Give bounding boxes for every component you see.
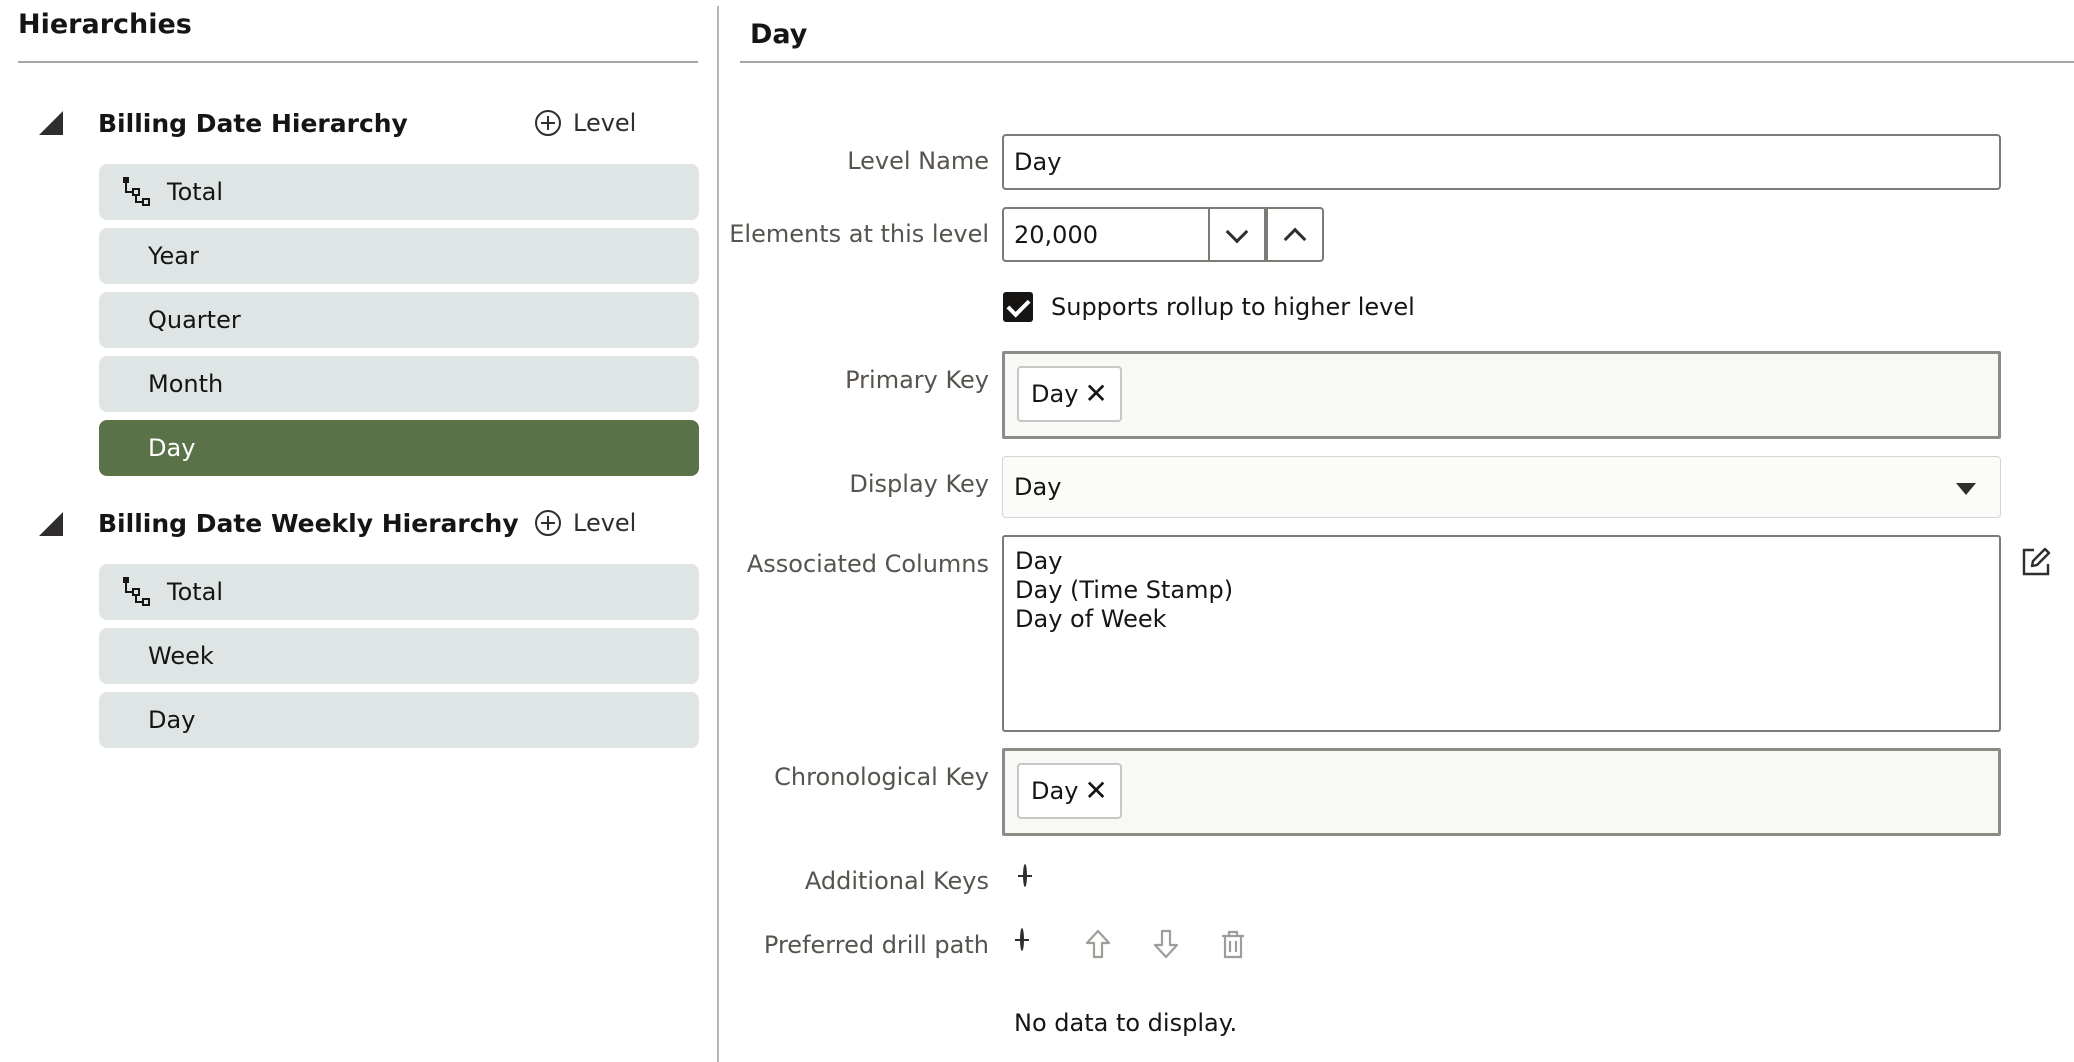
level-label: Day (148, 434, 196, 462)
plus-circle-icon[interactable] (1020, 928, 1024, 951)
display-key-select[interactable]: Day (1002, 456, 2001, 518)
level-name-label: Level Name (847, 147, 989, 175)
rollup-checkbox-row[interactable]: Supports rollup to higher level (1003, 292, 1415, 322)
elements-input[interactable]: 20,000 (1002, 207, 1210, 262)
associated-column-item: Day (Time Stamp) (1015, 576, 1234, 604)
level-label: Total (167, 178, 224, 206)
associated-columns-list[interactable]: Day Day (Time Stamp) Day of Week (1002, 535, 2001, 732)
close-icon[interactable]: ✕ (1084, 380, 1107, 408)
level-item-total[interactable]: Total (99, 164, 699, 220)
collapse-triangle-icon[interactable] (39, 512, 63, 536)
trash-icon[interactable] (1219, 928, 1247, 960)
associated-column-item: Day of Week (1015, 605, 1167, 633)
hierarchy-tree-icon (123, 177, 150, 206)
level-label: Day (148, 706, 196, 734)
level-item-quarter[interactable]: Quarter (99, 292, 699, 348)
hierarchies-title-rule (18, 61, 698, 63)
level-item-day-selected[interactable]: Day (99, 420, 699, 476)
caret-down-icon (1956, 483, 1976, 495)
add-level-button[interactable]: Level (535, 509, 636, 537)
associated-columns-label: Associated Columns (746, 550, 989, 578)
hierarchy-name: Billing Date Weekly Hierarchy (98, 509, 519, 538)
level-item-week[interactable]: Week (99, 628, 699, 684)
empty-state-text: No data to display. (1014, 1009, 1238, 1037)
level-item-month[interactable]: Month (99, 356, 699, 412)
arrow-up-icon[interactable] (1084, 928, 1112, 960)
elements-label: Elements at this level (729, 220, 989, 248)
hierarchy-tree-icon (123, 577, 150, 606)
rollup-checkbox[interactable] (1003, 292, 1033, 322)
primary-key-field[interactable]: Day ✕ (1002, 351, 2001, 439)
level-item-day[interactable]: Day (99, 692, 699, 748)
plus-circle-icon (535, 110, 561, 136)
elements-value: 20,000 (1014, 220, 1098, 249)
level-label: Quarter (148, 306, 241, 334)
level-item-year[interactable]: Year (99, 228, 699, 284)
level-label: Total (167, 578, 224, 606)
chip-label: Day (1031, 380, 1079, 408)
detail-title: Day (750, 19, 808, 50)
edit-icon[interactable] (2020, 546, 2052, 578)
add-level-label: Level (573, 109, 637, 137)
preferred-drill-path-label: Preferred drill path (763, 931, 989, 959)
close-icon[interactable]: ✕ (1084, 777, 1107, 805)
level-label: Week (148, 642, 214, 670)
rollup-label: Supports rollup to higher level (1051, 293, 1415, 321)
plus-circle-icon (535, 510, 561, 536)
primary-key-label: Primary Key (845, 366, 989, 394)
arrow-down-icon[interactable] (1152, 928, 1180, 960)
hierarchy-name: Billing Date Hierarchy (98, 109, 408, 138)
chevron-down-icon (1225, 220, 1249, 243)
chronological-key-chip: Day ✕ (1017, 763, 1122, 819)
chip-label: Day (1031, 777, 1079, 805)
chronological-key-label: Chronological Key (774, 763, 989, 791)
level-label: Year (148, 242, 199, 270)
level-label: Month (148, 370, 224, 398)
add-level-label: Level (573, 509, 637, 537)
level-name-input[interactable]: Day (1002, 134, 2001, 190)
additional-keys-label: Additional Keys (804, 867, 989, 895)
level-item-total[interactable]: Total (99, 564, 699, 620)
display-key-label: Display Key (849, 470, 989, 498)
decrement-button[interactable] (1208, 207, 1266, 262)
add-level-button[interactable]: Level (535, 109, 636, 137)
plus-circle-icon[interactable] (1023, 864, 1027, 887)
associated-column-item: Day (1015, 547, 1063, 575)
display-key-value: Day (1014, 473, 1062, 501)
chronological-key-field[interactable]: Day ✕ (1002, 748, 2001, 836)
pane-divider[interactable] (717, 6, 719, 1062)
increment-button[interactable] (1266, 207, 1324, 262)
level-name-value: Day (1014, 148, 1062, 176)
primary-key-chip: Day ✕ (1017, 366, 1122, 422)
detail-title-rule (740, 61, 2074, 63)
hierarchies-title: Hierarchies (18, 9, 192, 40)
collapse-triangle-icon[interactable] (39, 111, 63, 135)
chevron-up-icon (1283, 227, 1307, 250)
